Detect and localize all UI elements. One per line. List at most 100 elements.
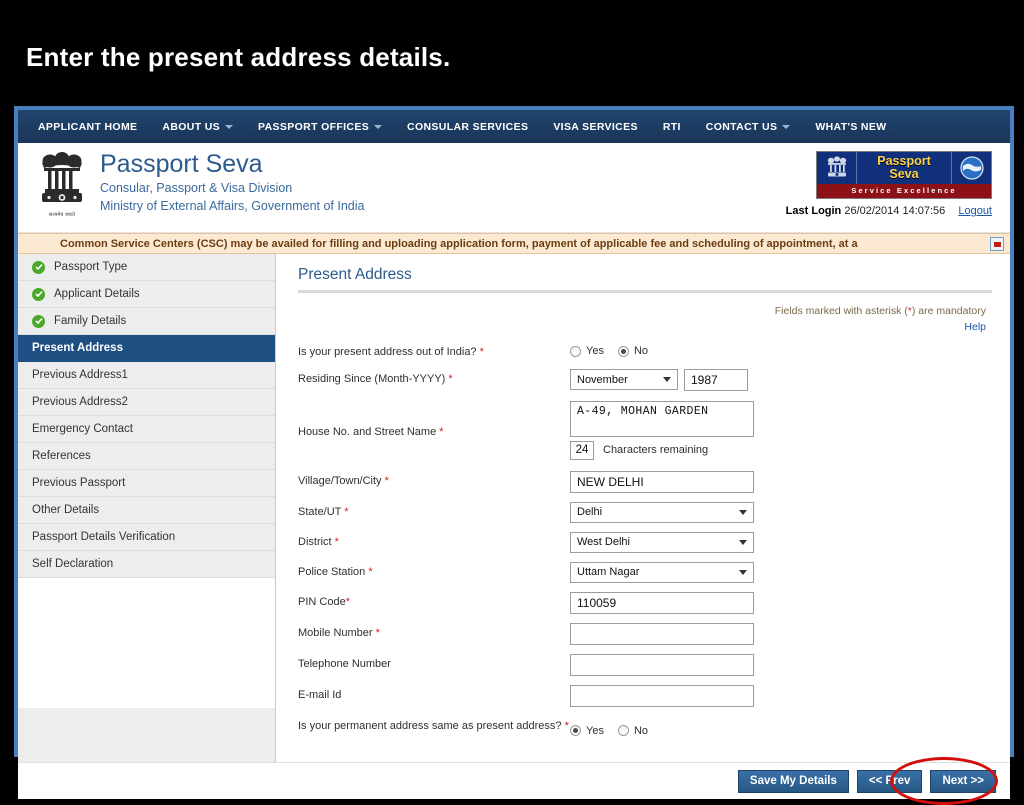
village-town-city-input[interactable] [570,470,754,493]
sidebar-item-applicant-details[interactable]: Applicant Details [18,281,275,308]
required-asterisk: * [439,425,444,438]
residing-since-year-input[interactable] [684,368,748,391]
sidebar-item-previous-address1[interactable]: Previous Address1 [18,362,275,389]
radio-permanent-same-no[interactable]: No [617,724,649,737]
chevron-down-icon [739,539,747,545]
nav-item-rti[interactable]: RTI [663,121,681,133]
nav-label: RTI [662,120,681,133]
help-link[interactable]: Help [298,321,986,333]
district-select[interactable]: West Delhi [570,531,754,553]
label-text: PIN Code [298,595,346,608]
csc-notice-text: Common Service Centers (CSC) may be avai… [60,237,858,250]
page-title: Present Address [298,266,412,283]
state-ut-select[interactable]: Delhi [570,501,754,523]
sidebar-item-label: Present Address [32,342,123,354]
radio-label: Yes [586,345,604,357]
sidebar-item-self-declaration[interactable]: Self Declaration [18,551,275,578]
nav-item-consular-services[interactable]: CONSULAR SERVICES [407,121,528,133]
radio-out-of-india-yes[interactable]: Yes [570,345,604,357]
field-row-village: Village/Town/City * [298,470,992,493]
label-police-station: Police Station * [298,562,570,580]
radio-out-of-india-no[interactable]: No [617,345,648,357]
radio-label: No [633,724,649,737]
nav-item-contact-us[interactable]: CONTACT US [706,121,791,133]
radio-label: Yes [586,724,604,737]
label-text: Telephone Number [298,657,391,670]
sidebar-item-label: References [32,450,91,462]
label-village: Village/Town/City * [298,471,570,489]
chevron-down-icon [739,509,747,515]
nav-item-about-us[interactable]: ABOUT US [162,120,234,133]
save-my-details-button[interactable]: Save My Details [737,769,849,793]
residing-since-month-select[interactable]: November [570,369,678,391]
chevron-down-icon [225,124,234,129]
nav-label: ABOUT US [162,120,221,133]
nav-item-whats-new[interactable]: WHAT'S NEW [815,121,886,133]
telephone-number-input[interactable] [570,653,754,676]
label-telephone: Telephone Number [298,654,570,672]
nav-label: WHAT'S NEW [815,120,887,133]
chevron-down-icon [663,377,671,383]
check-circle-icon [32,287,45,301]
sidebar-item-label: Applicant Details [54,288,140,300]
last-login-label: Last Login [785,205,842,217]
badge-line-2: Seva [889,167,919,181]
sidebar-item-label: Other Details [32,504,100,516]
nav-label: CONTACT US [705,120,778,133]
nav-item-passport-offices[interactable]: PASSPORT OFFICES [258,120,383,133]
nav-item-applicant-home[interactable]: APPLICANT HOME [38,121,137,133]
page-body: Passport Type Applicant Details Family D… [18,254,1010,762]
chevron-down-icon [739,569,747,575]
brand-title: Passport Seva [100,150,263,178]
badge-wordmark: Passport Seva [857,152,951,184]
sidebar-item-present-address[interactable]: Present Address [18,335,275,362]
sidebar-item-previous-passport[interactable]: Previous Passport [18,470,275,497]
required-asterisk: * [344,505,349,518]
globe-icon [951,152,991,184]
nav-item-visa-services[interactable]: VISA SERVICES [553,121,638,133]
sidebar-item-passport-details-verification[interactable]: Passport Details Verification [18,524,275,551]
title-divider [298,290,992,293]
label-text: House No. and Street Name [298,425,437,438]
label-text: Residing Since (Month-YYYY) [298,372,446,385]
sidebar-item-label: Previous Passport [32,477,126,489]
badge-emblem-icon [817,152,857,184]
sidebar-item-family-details[interactable]: Family Details [18,308,275,335]
required-asterisk: * [479,346,484,358]
radio-permanent-same-yes[interactable]: Yes [570,725,604,737]
sidebar-empty-area [18,578,275,708]
present-address-form: Present Address Fields marked with aster… [276,254,1010,762]
sidebar-item-label: Self Declaration [32,558,114,570]
email-id-input[interactable] [570,684,754,707]
label-text: E-mail Id [298,688,342,701]
sidebar-item-passport-type[interactable]: Passport Type [18,254,275,281]
prev-button[interactable]: << Prev [856,769,923,793]
next-button[interactable]: Next >> [930,769,996,793]
sidebar-item-previous-address2[interactable]: Previous Address2 [18,389,275,416]
label-text: Is your present address out of India? [298,346,477,358]
mobile-number-input[interactable] [570,622,754,645]
sidebar-item-other-details[interactable]: Other Details [18,497,275,524]
check-circle-icon [32,260,45,274]
nav-label: PASSPORT OFFICES [258,120,370,133]
house-street-textarea[interactable]: A-49, MOHAN GARDEN [570,400,754,437]
emblem-caption: सत्यमेव जयते [48,212,76,218]
sidebar-item-emergency-contact[interactable]: Emergency Contact [18,416,275,443]
field-row-out-of-india: Is your present address out of India? * … [298,342,992,360]
csc-notice-bar: Common Service Centers (CSC) may be avai… [18,233,1010,254]
stop-marquee-icon[interactable] [990,237,1004,251]
characters-remaining-label: Characters remaining [603,444,709,457]
sidebar-item-references[interactable]: References [18,443,275,470]
select-value: Uttam Nagar [577,566,640,579]
logout-link[interactable]: Logout [958,205,992,217]
required-asterisk: * [345,595,350,608]
pin-code-input[interactable] [570,591,754,614]
police-station-select[interactable]: Uttam Nagar [570,561,754,583]
badge-tagline: Service Excellence [817,184,991,198]
radio-icon [570,345,581,357]
required-asterisk: * [375,626,380,639]
slide-title: Enter the present address details. [26,42,451,72]
field-row-district: District * West Delhi [298,531,992,553]
required-asterisk: * [368,565,373,578]
passport-seva-logo-badge: Passport Seva Service Excellence [816,151,992,199]
